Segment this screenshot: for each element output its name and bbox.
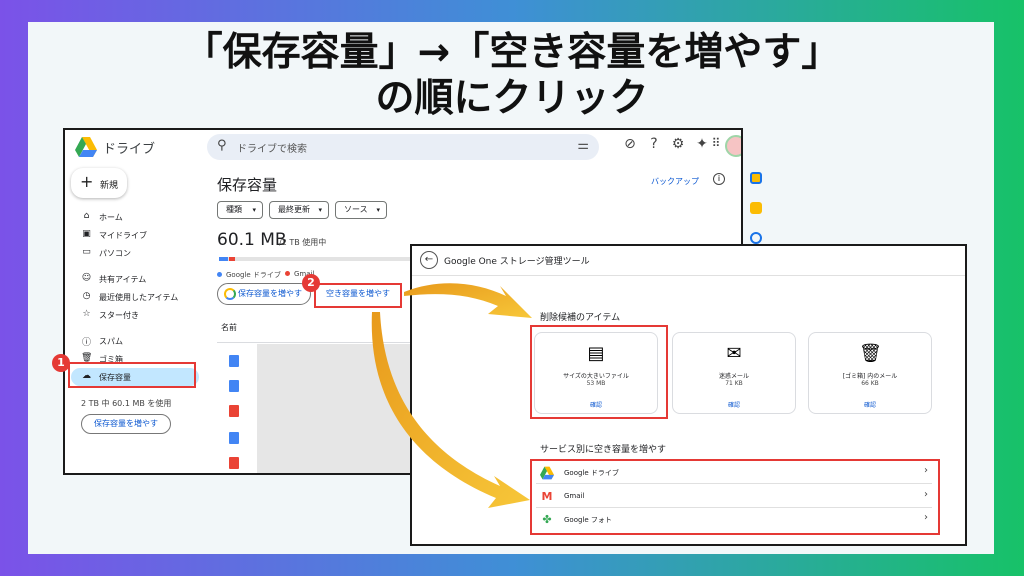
- page-title: 保存容量: [217, 176, 278, 194]
- chevron-down-icon: ▾: [318, 206, 322, 214]
- section-title-services: サービス別に空き容量を増やす: [540, 445, 667, 455]
- home-icon: ⌂: [83, 211, 90, 221]
- legend-dot-drive: [217, 272, 222, 277]
- filter-type-chip[interactable]: 種類 ▾: [217, 201, 263, 219]
- sidebar-item-label: マイドライブ: [99, 231, 147, 240]
- search-placeholder: ドライブで検索: [237, 144, 307, 155]
- filter-modified-chip[interactable]: 最終更新 ▾: [269, 201, 329, 219]
- gear-icon[interactable]: ⚙: [669, 136, 687, 152]
- document-icon: [229, 355, 239, 367]
- offline-status-icon[interactable]: ⊘: [621, 136, 639, 152]
- search-input[interactable]: ⚲ ドライブで検索 ⚌: [207, 134, 599, 160]
- side-panel-rail: [738, 166, 762, 256]
- legend-label: Google ドライブ: [226, 271, 281, 279]
- sidebar-item-home[interactable]: ⌂ ホーム: [71, 208, 199, 226]
- spam-icon: ⓘ: [81, 338, 91, 348]
- plus-icon: +: [80, 172, 94, 191]
- info-icon[interactable]: i: [713, 173, 725, 185]
- headline-line-2: の順にクリック: [375, 76, 649, 121]
- sidebar-item-label: パソコン: [99, 249, 131, 258]
- new-button[interactable]: + 新規: [71, 168, 127, 198]
- trash-icon: 🗑: [859, 343, 882, 364]
- sidebar-item-label: 最近使用したアイテム: [99, 293, 179, 302]
- sidebar-item-my-drive[interactable]: ▣ マイドライブ: [71, 226, 199, 244]
- spam-mail-icon: ✉: [726, 343, 742, 364]
- review-link[interactable]: 確認: [809, 400, 931, 409]
- candidate-size: 71 KB: [725, 380, 743, 387]
- search-options-icon[interactable]: ⚌: [577, 138, 589, 153]
- clock-icon: ◷: [82, 291, 91, 301]
- usage-total: /2 TB 使用中: [279, 238, 327, 247]
- sidebar-item-label: スター付き: [99, 311, 139, 320]
- image-file-icon: [229, 457, 239, 469]
- sidebar-item-spam[interactable]: ⓘ スパム: [71, 332, 199, 350]
- sidebar-item-label: 共有アイテム: [99, 275, 147, 284]
- avatar[interactable]: [725, 135, 741, 157]
- computer-icon: ▭: [82, 247, 91, 257]
- sidebar-item-computers[interactable]: ▭ パソコン: [71, 244, 199, 262]
- search-icon: ⚲: [217, 138, 227, 153]
- review-link[interactable]: 確認: [673, 400, 795, 409]
- sidebar-item-label: ホーム: [99, 213, 123, 222]
- highlight-free-up-button: [314, 283, 402, 308]
- highlight-storage-item: [68, 362, 196, 388]
- google-one-icon: [224, 288, 236, 300]
- candidate-name: [ゴミ箱] 内のメール: [842, 373, 898, 380]
- step-badge-2: 2: [302, 274, 320, 292]
- filter-source-chip[interactable]: ソース ▾: [335, 201, 387, 219]
- tasks-icon[interactable]: [750, 232, 762, 244]
- google-drive-logo-icon: [75, 137, 97, 157]
- apps-grid-icon[interactable]: ⠿: [707, 136, 725, 150]
- backup-link[interactable]: バックアップ: [651, 176, 699, 187]
- keep-icon[interactable]: [750, 202, 762, 214]
- sidebar-item-starred[interactable]: ☆ スター付き: [71, 306, 199, 324]
- shared-icon: ☺: [81, 273, 92, 283]
- chip-label: 最終更新: [278, 205, 310, 214]
- calendar-icon[interactable]: [750, 172, 762, 184]
- chip-label: 種類: [226, 205, 242, 214]
- document-icon: [229, 432, 239, 444]
- chip-label: ソース: [344, 205, 368, 214]
- help-icon[interactable]: ?: [645, 136, 663, 152]
- drive-app-title: ドライブ: [103, 142, 156, 157]
- document-icon: [229, 380, 239, 392]
- chevron-down-icon: ▾: [252, 206, 256, 214]
- my-drive-icon: ▣: [82, 229, 91, 239]
- button-label: 保存容量を増やす: [238, 289, 302, 298]
- sidebar-item-shared[interactable]: ☺ 共有アイテム: [71, 270, 199, 288]
- section-title-candidates: 削除候補のアイテム: [540, 313, 621, 323]
- candidate-name: 迷惑メール: [718, 373, 749, 380]
- google-one-topbar: ← Google One ストレージ管理ツール: [412, 246, 965, 276]
- candidate-card-trash-mail[interactable]: 🗑 [ゴミ箱] 内のメール 66 KB 確認: [808, 332, 932, 414]
- drive-topbar: ドライブ ⚲ ドライブで検索 ⚌ ⊘ ? ⚙ ✦ ⋮ ⠿: [65, 130, 741, 164]
- back-arrow-icon[interactable]: ←: [420, 251, 438, 269]
- highlight-large-files-card: [530, 325, 668, 419]
- usage-bar-gmail: [229, 257, 235, 261]
- increase-storage-button[interactable]: 保存容量を増やす: [81, 414, 171, 434]
- quota-text: 2 TB 中 60.1 MB を使用: [81, 399, 172, 408]
- name-column-header[interactable]: 名前: [221, 322, 237, 333]
- google-one-title: Google One ストレージ管理ツール: [444, 257, 590, 267]
- sidebar-item-recent[interactable]: ◷ 最近使用したアイテム: [71, 288, 199, 306]
- highlight-services-list: [530, 459, 940, 535]
- headline-line-1: 「保存容量」→「空き容量を増やす」: [183, 30, 841, 75]
- image-file-icon: [229, 405, 239, 417]
- usage-amount: 60.1 MB: [217, 230, 287, 250]
- sidebar-item-label: スパム: [99, 337, 123, 346]
- candidate-size: 66 KB: [861, 380, 879, 387]
- legend-dot-gmail: [285, 271, 290, 276]
- get-more-storage-button[interactable]: 保存容量を増やす: [217, 283, 311, 305]
- chevron-down-icon: ▾: [376, 206, 380, 214]
- star-icon: ☆: [82, 309, 91, 319]
- candidate-card-spam[interactable]: ✉ 迷惑メール 71 KB 確認: [672, 332, 796, 414]
- new-button-label: 新規: [100, 181, 119, 191]
- usage-bar-drive: [219, 257, 228, 261]
- legend-drive: Google ドライブ: [217, 270, 281, 280]
- step-badge-1: 1: [52, 354, 70, 372]
